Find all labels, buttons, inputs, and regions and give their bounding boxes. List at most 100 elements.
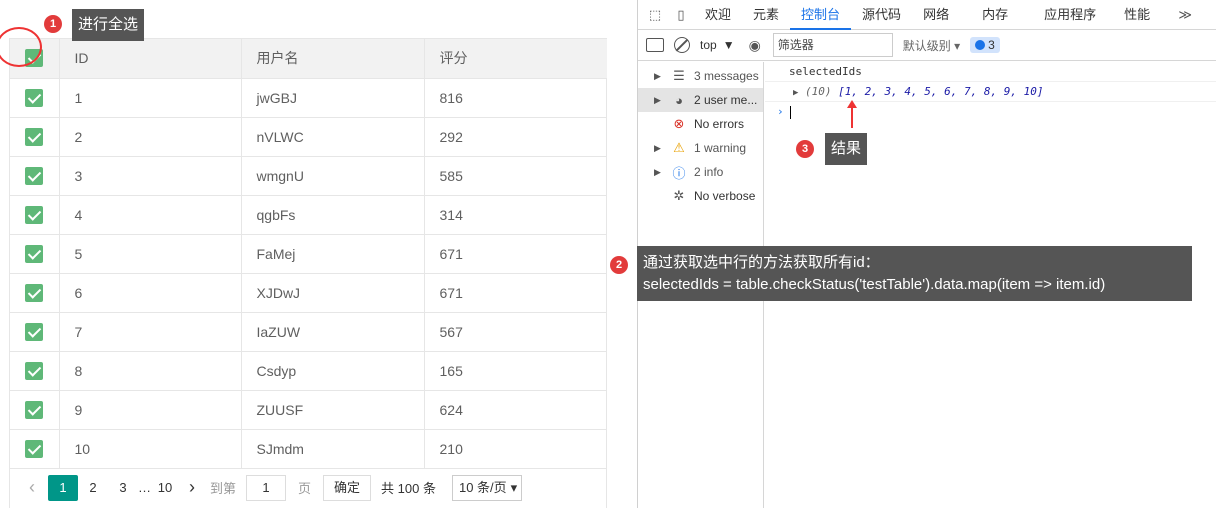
table-row[interactable]: 10 SJmdm 210 <box>10 429 607 469</box>
array-values: [1, 2, 3, 4, 5, 6, 7, 8, 9, 10] <box>838 85 1044 98</box>
table-row[interactable]: 5 FaMej 671 <box>10 234 607 274</box>
sidebar-item-label: 3 messages <box>694 69 759 83</box>
table-row[interactable]: 1 jwGBJ 816 <box>10 78 607 118</box>
row-checkbox[interactable] <box>25 322 44 341</box>
row-checkbox-cell[interactable] <box>10 351 60 391</box>
row-checkbox-cell[interactable] <box>10 429 60 469</box>
user-icon: ◕ <box>675 92 683 108</box>
cell-username: wmgnU <box>241 156 425 196</box>
prompt-chevron-icon: › <box>777 105 784 118</box>
tab-application[interactable]: 应用程序 <box>1030 0 1110 30</box>
cell-id: 4 <box>59 195 242 235</box>
sidebar-item-label: 2 info <box>694 165 724 179</box>
cell-username: Csdyp <box>241 351 425 391</box>
more-tabs-icon[interactable]: ≫ <box>1172 7 1198 23</box>
goto-label: 到第 <box>210 481 237 496</box>
sidebar-toggle-icon[interactable] <box>646 38 664 52</box>
row-checkbox-cell[interactable] <box>10 156 60 196</box>
prev-page-button[interactable]: ‹ <box>20 477 44 498</box>
sidebar-item-errors[interactable]: ⊗ No errors <box>638 112 763 136</box>
live-expression-eye-icon[interactable]: ◉ <box>749 37 761 54</box>
select-all-cell[interactable] <box>0 27 60 79</box>
note-result: 结果 <box>825 133 868 165</box>
tab-memory[interactable]: 内存 <box>960 0 1030 30</box>
per-page-select[interactable]: 10 条/页 ▾ <box>451 474 523 501</box>
sidebar-item-messages[interactable]: ▶ ☰ 3 messages <box>638 64 763 88</box>
goto-page-input[interactable]: 1 <box>246 474 287 501</box>
console-toolbar: top ▼ ◉ 筛选器 默认级别 ▾ 3 <box>638 30 1216 61</box>
table-row[interactable]: 2 nVLWC 292 <box>10 117 607 157</box>
expand-triangle-icon[interactable]: ▶ <box>793 88 798 98</box>
column-header-score[interactable]: 评分 <box>424 39 607 79</box>
expand-triangle-icon: ▶ <box>654 94 661 105</box>
next-page-button[interactable]: › <box>180 477 204 498</box>
row-checkbox-cell[interactable] <box>10 234 60 274</box>
confirm-button[interactable]: 确定 <box>323 474 372 501</box>
tab-sources[interactable]: 源代码 <box>851 0 912 30</box>
row-checkbox[interactable] <box>25 400 44 419</box>
cell-score: 585 <box>424 156 607 196</box>
table-row[interactable]: 4 qgbFs 314 <box>10 195 607 235</box>
inspect-icon[interactable]: ⬚ <box>642 7 668 23</box>
context-select[interactable]: top ▼ <box>700 38 735 52</box>
console-input-echo: selectedIds <box>765 62 1216 82</box>
console-prompt[interactable]: › <box>765 102 1216 122</box>
issues-icon <box>975 40 986 50</box>
sidebar-item-user-messages[interactable]: ▶ ◕ 2 user me... <box>638 88 763 112</box>
clear-console-icon[interactable] <box>674 37 690 53</box>
device-toolbar-icon[interactable]: ▯ <box>668 7 694 23</box>
row-checkbox[interactable] <box>25 244 44 263</box>
page-2[interactable]: 2 <box>78 475 108 501</box>
row-checkbox[interactable] <box>25 205 44 224</box>
row-checkbox-cell[interactable] <box>10 312 60 352</box>
issues-count: 3 <box>988 38 995 52</box>
sidebar-item-label: 1 warning <box>694 141 747 155</box>
error-icon: ⊗ <box>673 116 685 131</box>
page-1[interactable]: 1 <box>48 474 78 501</box>
row-checkbox-cell[interactable] <box>10 273 60 313</box>
note-select-all: 进行全选 <box>72 9 145 41</box>
page-3[interactable]: 3 <box>108 475 138 501</box>
tab-elements[interactable]: 元素 <box>742 0 790 30</box>
column-header-id[interactable]: ID <box>59 39 242 79</box>
row-checkbox-cell[interactable] <box>10 390 60 430</box>
cell-score: 292 <box>424 117 607 157</box>
page-last[interactable]: 10 <box>150 475 180 501</box>
console-result-array[interactable]: ▶ (10) [1, 2, 3, 4, 5, 6, 7, 8, 9, 10] <box>765 82 1216 102</box>
table-row[interactable]: 8 Csdyp 165 <box>10 351 607 391</box>
table-row[interactable]: 6 XJDwJ 671 <box>10 273 607 313</box>
sidebar-item-label: 2 user me... <box>694 93 758 107</box>
row-checkbox[interactable] <box>25 361 44 380</box>
context-value: top <box>700 38 717 52</box>
table-row[interactable]: 3 wmgnU 585 <box>10 156 607 196</box>
tab-welcome[interactable]: 欢迎 <box>694 0 742 30</box>
tab-network[interactable]: 网络 <box>912 0 960 30</box>
note-line-2: selectedIds = table.checkStatus('testTab… <box>643 276 1106 293</box>
row-checkbox[interactable] <box>25 283 44 302</box>
sidebar-item-warnings[interactable]: ▶ ⚠ 1 warning <box>638 136 763 160</box>
row-checkbox[interactable] <box>25 439 44 458</box>
pagination: ‹ 1 2 3 … 10 › 到第 1 页 确定 共 100 条 10 条/页 … <box>9 467 607 508</box>
row-checkbox-cell[interactable] <box>10 78 60 118</box>
tab-console[interactable]: 控制台 <box>790 0 852 30</box>
row-checkbox-cell[interactable] <box>10 195 60 235</box>
column-header-username[interactable]: 用户名 <box>241 39 425 79</box>
console-filter-input[interactable]: 筛选器 <box>772 33 893 57</box>
row-checkbox-cell[interactable] <box>10 117 60 157</box>
cell-id: 8 <box>59 351 242 391</box>
sidebar-item-verbose[interactable]: ✲ No verbose <box>638 184 763 208</box>
row-checkbox[interactable] <box>25 88 44 107</box>
row-checkbox[interactable] <box>25 166 44 185</box>
log-level-select[interactable]: 默认级别 ▾ <box>903 37 960 54</box>
row-checkbox[interactable] <box>25 127 44 146</box>
sidebar-item-info[interactable]: ▶ ⓘ 2 info <box>638 160 763 184</box>
note-line-1: 通过获取选中行的方法获取所有id： <box>643 254 880 271</box>
table-row[interactable]: 7 IaZUW 567 <box>10 312 607 352</box>
info-icon: ⓘ <box>672 165 686 181</box>
table-row[interactable]: 9 ZUUSF 624 <box>10 390 607 430</box>
tab-performance[interactable]: 性能 <box>1110 0 1164 30</box>
cell-id: 9 <box>59 390 242 430</box>
cell-score: 165 <box>424 351 607 391</box>
cell-score: 624 <box>424 390 607 430</box>
issues-badge[interactable]: 3 <box>970 37 1000 53</box>
